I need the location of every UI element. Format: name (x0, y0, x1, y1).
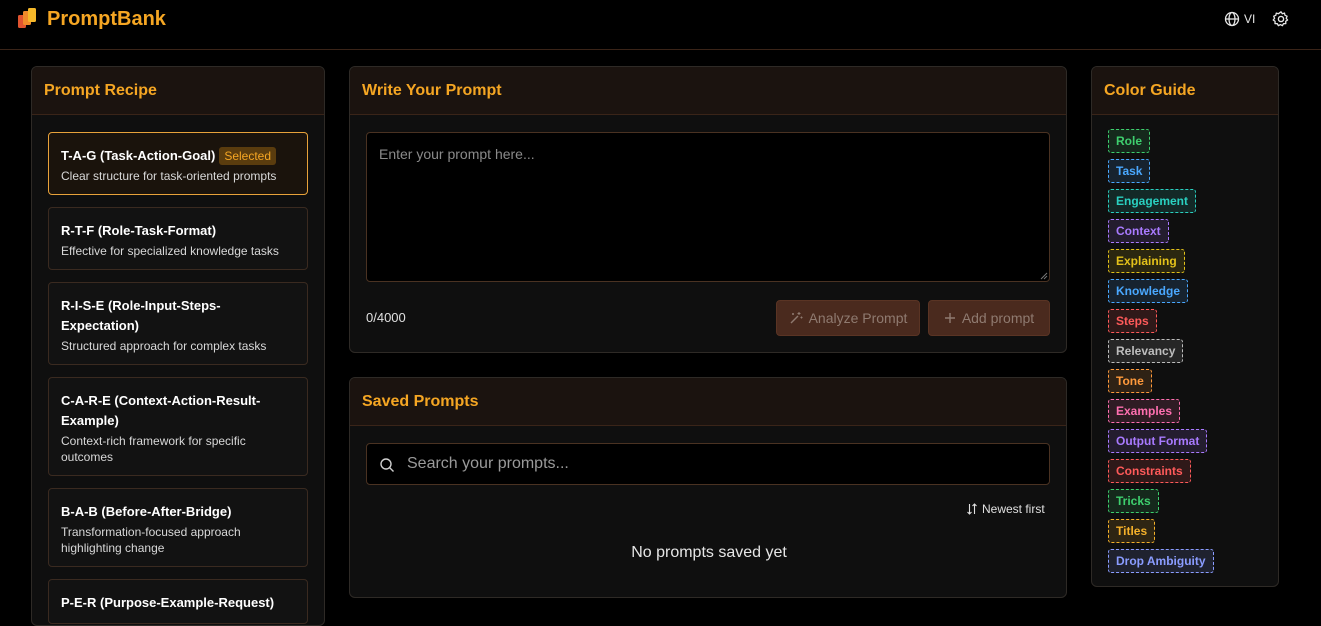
color-guide-panel: Color Guide Role Task Engagement Context Exp… (1091, 66, 1279, 587)
resize-handle-icon[interactable] (1039, 271, 1048, 280)
selected-badge: Selected (219, 147, 277, 165)
search-input[interactable] (407, 444, 1037, 484)
recipe-title-text: C-A-R-E (Context-Action-Result-Example) (61, 393, 261, 428)
color-tag-row: Tone (1108, 369, 1214, 399)
recipe-title: R-I-S-E (Role-Input-Steps-Expectation) (61, 296, 295, 336)
panel-title: Write Your Prompt (350, 67, 1066, 115)
color-tag-row: Role (1108, 129, 1214, 159)
recipe-title: R-T-F (Role-Task-Format) (61, 221, 295, 241)
color-tag-knowledge: Knowledge (1108, 279, 1189, 303)
recipe-card[interactable]: C-A-R-E (Context-Action-Result-Example) C… (48, 377, 308, 476)
color-tag-row: Drop Ambiguity (1108, 549, 1214, 579)
color-tag-row: Titles (1108, 519, 1214, 549)
recipe-card[interactable]: R-I-S-E (Role-Input-Steps-Expectation) St… (48, 282, 308, 365)
recipe-title: P-E-R (Purpose-Example-Request) (61, 593, 295, 613)
color-tag-relevancy: Relevancy (1108, 339, 1184, 363)
color-tag-role: Role (1108, 129, 1151, 153)
panel-title: Saved Prompts (350, 378, 1066, 426)
color-tag-row: Relevancy (1108, 339, 1214, 369)
magic-wand-icon (790, 312, 803, 324)
color-tag-tone: Tone (1108, 369, 1152, 393)
color-tag-tricks: Tricks (1108, 489, 1159, 513)
add-prompt-label: Add prompt (961, 310, 1035, 326)
analyze-prompt-button[interactable]: Analyze Prompt (776, 300, 920, 336)
color-tag-constraints: Constraints (1108, 459, 1191, 483)
color-tag-steps: Steps (1108, 309, 1157, 333)
logo-icon (18, 8, 36, 28)
recipe-description: Transformation-focused approach highligh… (61, 525, 241, 555)
color-tag-examples: Examples (1108, 399, 1181, 423)
write-prompt-panel: Write Your Prompt 0/4000 Analyze Prompt … (349, 66, 1067, 353)
color-tag-row: Explaining (1108, 249, 1214, 279)
sort-toggle[interactable]: Newest first (966, 502, 1045, 516)
panel-title: Color Guide (1092, 67, 1278, 115)
color-tag-row: Task (1108, 159, 1214, 189)
add-prompt-button[interactable]: Add prompt (928, 300, 1050, 336)
color-tag-row: Steps (1108, 309, 1214, 339)
recipe-title-text: B-A-B (Before-After-Bridge) (61, 504, 232, 519)
empty-state-message: No prompts saved yet (631, 544, 787, 561)
language-switcher[interactable]: VI (1224, 10, 1255, 28)
recipe-description: Effective for specialized knowledge task… (61, 244, 279, 258)
color-tag-row: Context (1108, 219, 1214, 249)
color-tag-task: Task (1108, 159, 1151, 183)
language-label: VI (1244, 12, 1256, 26)
prompt-textarea[interactable] (366, 132, 1050, 282)
recipe-title: C-A-R-E (Context-Action-Result-Example) (61, 391, 295, 431)
color-tag-drop-ambiguity: Drop Ambiguity (1108, 549, 1214, 573)
color-tag-row: Tricks (1108, 489, 1214, 519)
color-tag-row: Output Format (1108, 429, 1214, 459)
recipe-title-text: T-A-G (Task-Action-Goal) (61, 148, 216, 163)
brand-name[interactable]: PromptBank (47, 7, 166, 31)
recipe-title: B-A-B (Before-After-Bridge) (61, 502, 295, 522)
panel-title: Prompt Recipe (32, 67, 324, 115)
color-tag-engagement: Engagement (1108, 189, 1197, 213)
recipe-card[interactable]: R-T-F (Role-Task-Format) Effective for sp… (48, 207, 308, 270)
recipe-card[interactable]: B-A-B (Before-After-Bridge) Transformatio… (48, 488, 308, 567)
saved-prompts-panel: Saved Prompts Newest first No prompts sa… (349, 377, 1067, 598)
search-box (366, 443, 1050, 485)
recipe-card[interactable]: P-E-R (Purpose-Example-Request) (48, 579, 308, 624)
recipe-title: T-A-G (Task-Action-Goal) Selected (61, 146, 295, 166)
gear-icon[interactable] (1272, 10, 1290, 28)
app-header: PromptBank VI (0, 0, 1321, 50)
analyze-prompt-label: Analyze Prompt (808, 310, 908, 326)
recipe-title-text: P-E-R (Purpose-Example-Request) (61, 595, 275, 610)
recipe-description: Clear structure for task-oriented prompt… (61, 169, 277, 183)
color-tag-row: Knowledge (1108, 279, 1214, 309)
search-icon (380, 458, 394, 472)
color-tag-row: Engagement (1108, 189, 1214, 219)
recipe-card[interactable]: T-A-G (Task-Action-Goal) Selected Clear st… (48, 132, 308, 195)
color-tag-output-format: Output Format (1108, 429, 1208, 453)
plus-icon (944, 313, 955, 323)
recipe-title-text: R-I-S-E (Role-Input-Steps-Expectation) (61, 298, 221, 333)
recipe-description: Structured approach for complex tasks (61, 339, 267, 353)
color-tag-context: Context (1108, 219, 1169, 243)
color-tag-row: Constraints (1108, 459, 1214, 489)
sort-icon (967, 503, 977, 515)
globe-icon (1224, 11, 1240, 27)
color-tag-row: Examples (1108, 399, 1214, 429)
sort-label: Newest first (982, 502, 1045, 516)
color-tag-list: Role Task Engagement Context Explaining Knowl… (1108, 129, 1214, 579)
recipe-title-text: R-T-F (Role-Task-Format) (61, 223, 217, 238)
character-counter: 0/4000 (366, 310, 406, 325)
color-tag-titles: Titles (1108, 519, 1156, 543)
recipe-list: T-A-G (Task-Action-Goal) Selected Clear st… (48, 132, 308, 625)
prompt-recipe-panel: Prompt Recipe T-A-G (Task-Action-Goal) Se… (31, 66, 325, 626)
recipe-description: Context-rich framework for specific outc… (61, 434, 246, 464)
color-tag-explaining: Explaining (1108, 249, 1185, 273)
